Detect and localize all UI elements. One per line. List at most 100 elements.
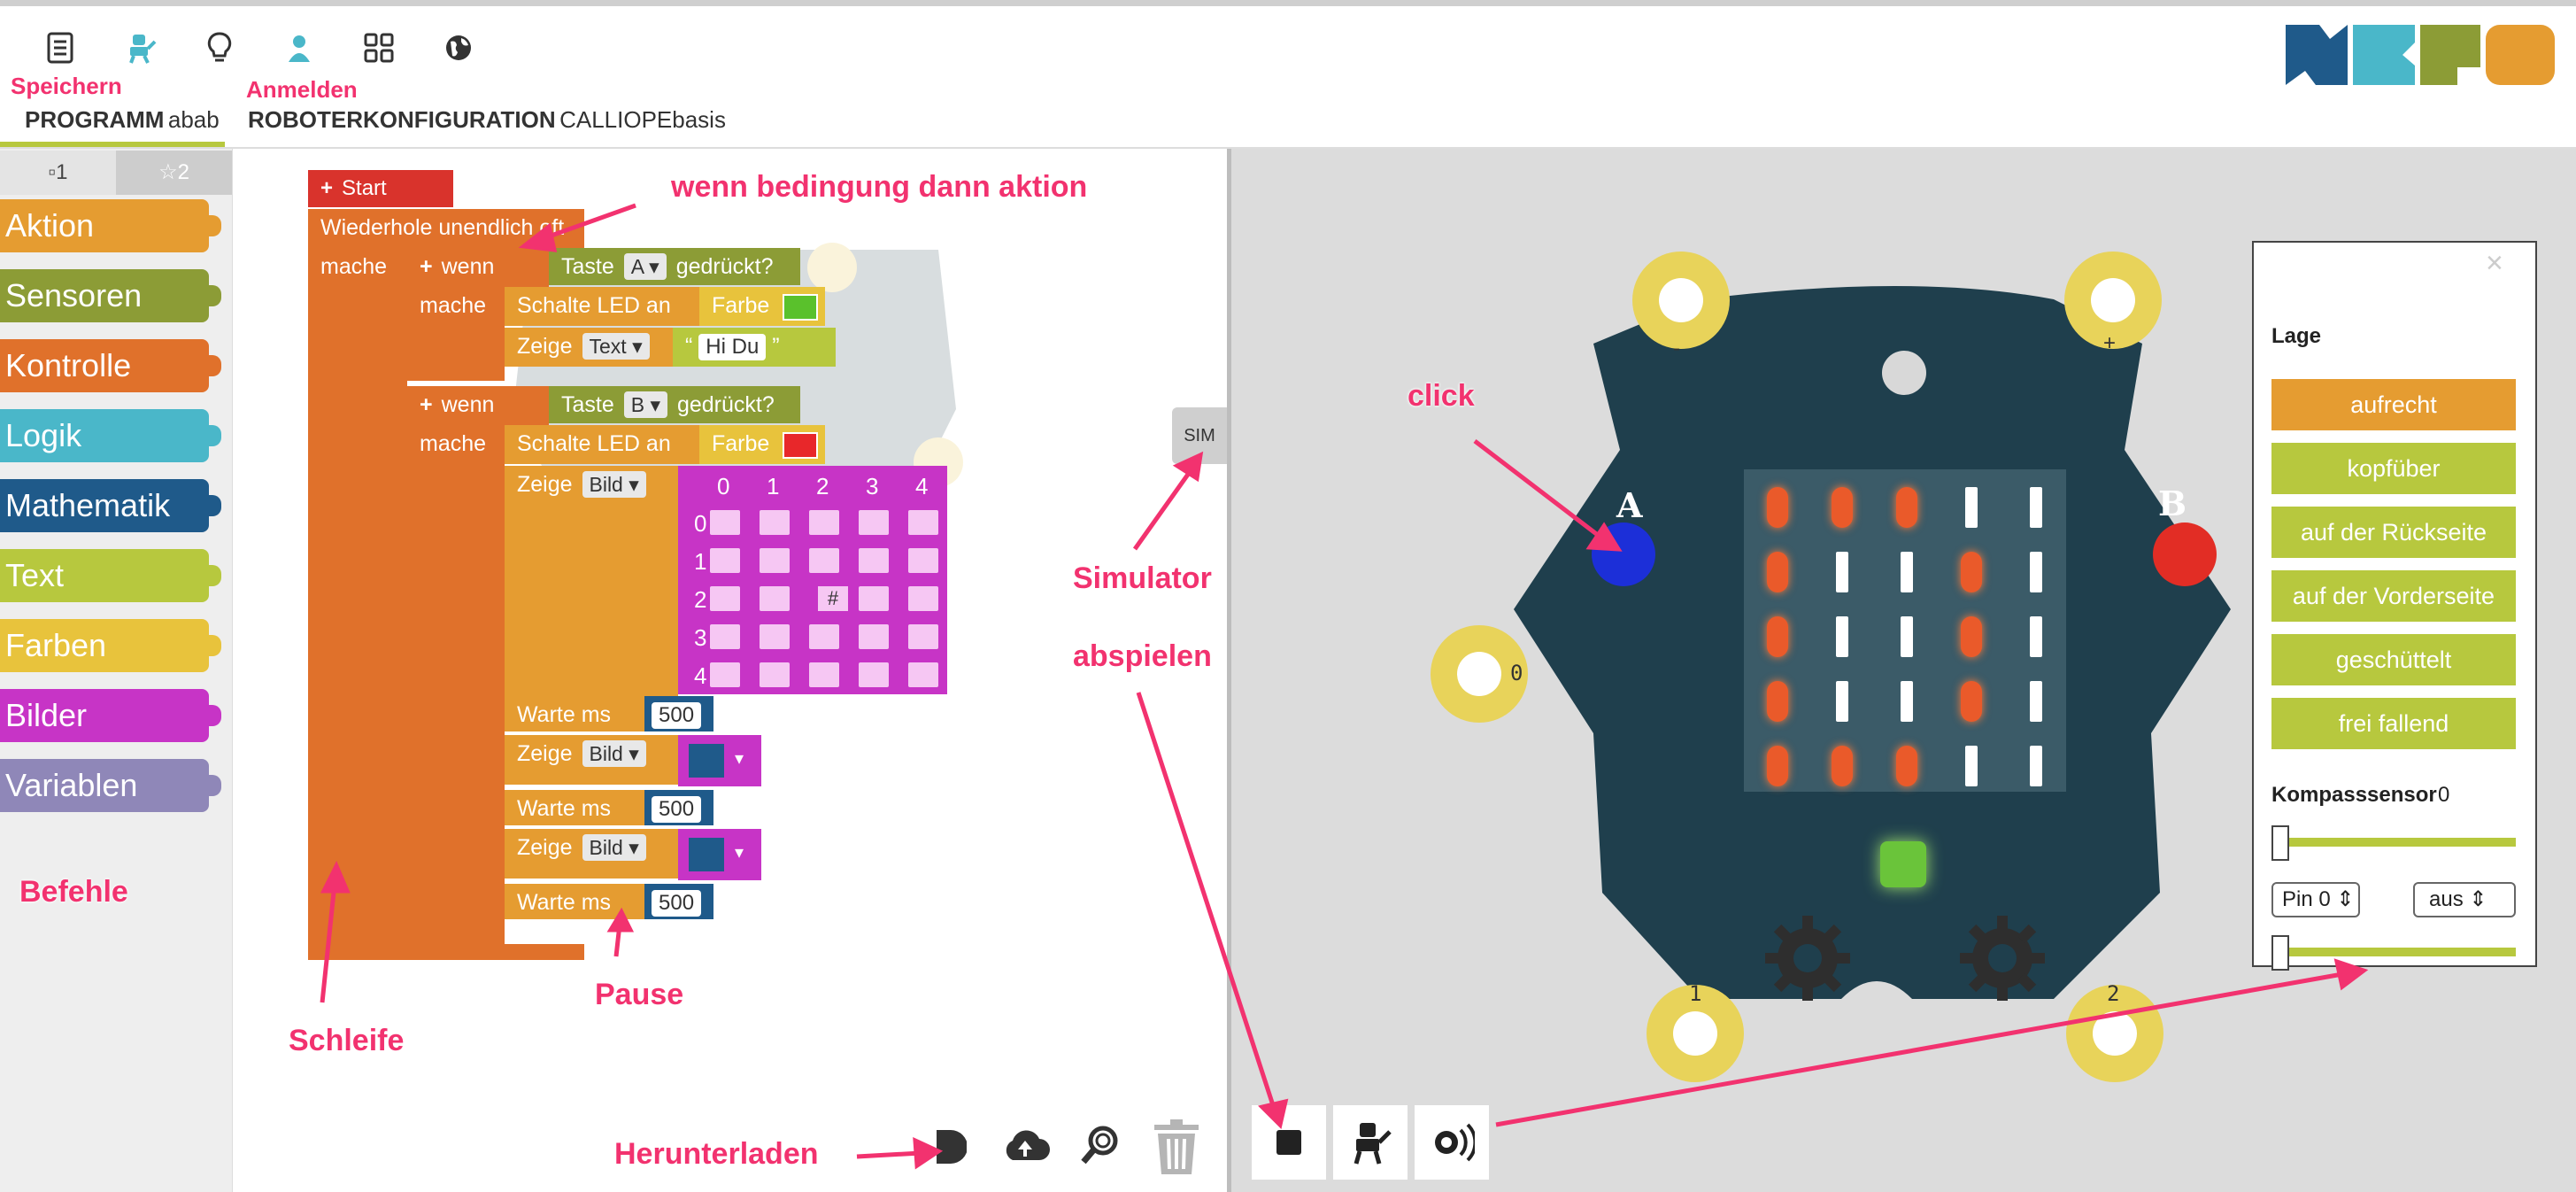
pin-slider[interactable]: [2271, 948, 2516, 956]
wait-1-value[interactable]: 500: [652, 702, 702, 729]
play-icon[interactable]: [931, 1126, 968, 1167]
color-red-swatch[interactable]: [783, 432, 818, 459]
color-green-swatch[interactable]: [783, 294, 818, 321]
show-image-block[interactable]: Zeige Bild ▾: [505, 466, 678, 696]
button-b-sensor[interactable]: Taste B ▾ gedrückt?: [549, 386, 800, 423]
button-a-sensor[interactable]: Taste A ▾ gedrückt?: [549, 248, 800, 285]
pin-0-ring[interactable]: 0: [1431, 625, 1528, 723]
grid-cell[interactable]: [710, 586, 740, 611]
show-image-block-2[interactable]: Zeige Bild ▾: [505, 735, 678, 785]
grid-cell[interactable]: [710, 624, 740, 649]
grid-cell[interactable]: [908, 548, 938, 573]
chevron-down-icon[interactable]: ▾: [735, 841, 744, 863]
show-image-dropdown[interactable]: Bild ▾: [582, 471, 646, 498]
button-a[interactable]: [1592, 522, 1655, 586]
position-shaken-button[interactable]: geschüttelt: [2271, 634, 2516, 685]
wait-2-value[interactable]: 500: [652, 796, 702, 823]
grid-cell[interactable]: [760, 548, 790, 573]
wait-2-number-block[interactable]: 500: [644, 790, 713, 825]
grid-icon[interactable]: [359, 28, 398, 67]
category-variablen[interactable]: Variablen: [0, 759, 221, 812]
position-back-button[interactable]: auf der Rückseite: [2271, 507, 2516, 558]
pin-2-ring[interactable]: 2: [2066, 981, 2163, 1082]
category-logik[interactable]: Logik: [0, 409, 221, 462]
show-image-2-dropdown[interactable]: Bild ▾: [582, 740, 646, 767]
globe-icon[interactable]: [439, 28, 478, 67]
if-a-block[interactable]: + wenn: [407, 248, 549, 289]
compass-slider-handle[interactable]: [2271, 825, 2289, 861]
grid-cell[interactable]: [859, 586, 889, 611]
button-b[interactable]: [2153, 522, 2217, 586]
color-green-block[interactable]: Farbe: [699, 287, 825, 326]
image-editor-grid[interactable]: 0 1 2 3 4 0 1 2 3 4 #: [678, 466, 947, 694]
show-text-dropdown[interactable]: Text ▾: [582, 333, 650, 360]
image-preset-heart[interactable]: ▾: [678, 829, 761, 880]
wait-3-number-block[interactable]: 500: [644, 884, 713, 919]
category-kontrolle[interactable]: Kontrolle: [0, 339, 221, 392]
if-b-block[interactable]: + wenn: [407, 386, 549, 427]
button-a-dropdown[interactable]: A ▾: [623, 253, 667, 280]
pin-minus-ring[interactable]: -: [1632, 252, 1730, 360]
grid-cell[interactable]: [908, 586, 938, 611]
start-block[interactable]: + Start: [308, 170, 453, 207]
pin-select[interactable]: Pin 0 ⇕: [2271, 882, 2360, 917]
wait-block-1[interactable]: Warte ms: [505, 696, 650, 731]
grid-cell[interactable]: [760, 624, 790, 649]
grid-cell[interactable]: [859, 510, 889, 535]
robot-config-tab[interactable]: ROBOTERKONFIGURATION CALLIOPEbasis: [248, 106, 726, 134]
wait-block-3[interactable]: Warte ms: [505, 884, 650, 919]
category-text[interactable]: Text: [0, 549, 221, 602]
stop-button[interactable]: [1252, 1105, 1326, 1180]
wait-block-2[interactable]: Warte ms: [505, 790, 650, 825]
show-text-block[interactable]: Zeige Text ▾: [505, 328, 673, 367]
grid-cell[interactable]: [710, 510, 740, 535]
text-hi-du[interactable]: Hi Du: [698, 334, 767, 360]
robot-view-button[interactable]: [1333, 1105, 1408, 1180]
grid-cell[interactable]: [859, 624, 889, 649]
compass-slider[interactable]: [2271, 838, 2516, 847]
grid-cell[interactable]: [908, 510, 938, 535]
document-icon[interactable]: [41, 28, 80, 67]
image-preset-small-heart[interactable]: ▾: [678, 735, 761, 786]
category-aktion[interactable]: Aktion: [0, 199, 221, 252]
category-sensoren[interactable]: Sensoren: [0, 269, 221, 322]
toolbox-tab-2[interactable]: ☆2: [116, 151, 232, 195]
wait-3-value[interactable]: 500: [652, 890, 702, 917]
lightbulb-icon[interactable]: [200, 28, 239, 67]
sound-button[interactable]: [1415, 1105, 1489, 1180]
wait-1-number-block[interactable]: 500: [644, 696, 713, 731]
repeat-forever-block[interactable]: Wiederhole unendlich oft: [308, 209, 584, 250]
position-upright-button[interactable]: aufrecht: [2271, 379, 2516, 430]
grid-cell[interactable]: [760, 662, 790, 687]
cloud-upload-icon[interactable]: [1000, 1125, 1050, 1167]
toolbox-tab-1[interactable]: ▫1: [0, 151, 116, 195]
grid-cell[interactable]: [710, 662, 740, 687]
grid-cell[interactable]: [908, 662, 938, 687]
grid-cell[interactable]: [908, 624, 938, 649]
grid-cell[interactable]: [710, 548, 740, 573]
position-front-button[interactable]: auf der Vorderseite: [2271, 570, 2516, 622]
close-icon[interactable]: ×: [2486, 246, 2503, 281]
grid-cell[interactable]: [859, 548, 889, 573]
pin-plus-ring[interactable]: +: [2064, 252, 2162, 355]
grid-cell[interactable]: [809, 548, 839, 573]
pin-1-ring[interactable]: 1: [1647, 981, 1744, 1082]
category-bilder[interactable]: Bilder: [0, 689, 221, 742]
grid-cell[interactable]: [859, 662, 889, 687]
position-free-fall-button[interactable]: frei fallend: [2271, 698, 2516, 749]
program-tab[interactable]: PROGRAMM abab: [25, 106, 220, 134]
grid-cell[interactable]: [809, 510, 839, 535]
grid-cell[interactable]: [760, 510, 790, 535]
grid-cell[interactable]: [760, 586, 790, 611]
robot-icon[interactable]: [122, 28, 161, 67]
pin-state-select[interactable]: aus ⇕: [2413, 882, 2516, 917]
sim-toggle-tab[interactable]: SIM: [1172, 407, 1227, 464]
trash-icon[interactable]: [1145, 1116, 1207, 1178]
grid-cell[interactable]: [809, 624, 839, 649]
category-farben[interactable]: Farben: [0, 619, 221, 672]
position-upside-down-button[interactable]: kopfüber: [2271, 443, 2516, 494]
chevron-down-icon[interactable]: ▾: [735, 747, 744, 770]
pin-slider-handle[interactable]: [2271, 935, 2289, 971]
grid-cell-hash[interactable]: #: [818, 586, 848, 611]
zoom-icon[interactable]: [1078, 1123, 1122, 1167]
